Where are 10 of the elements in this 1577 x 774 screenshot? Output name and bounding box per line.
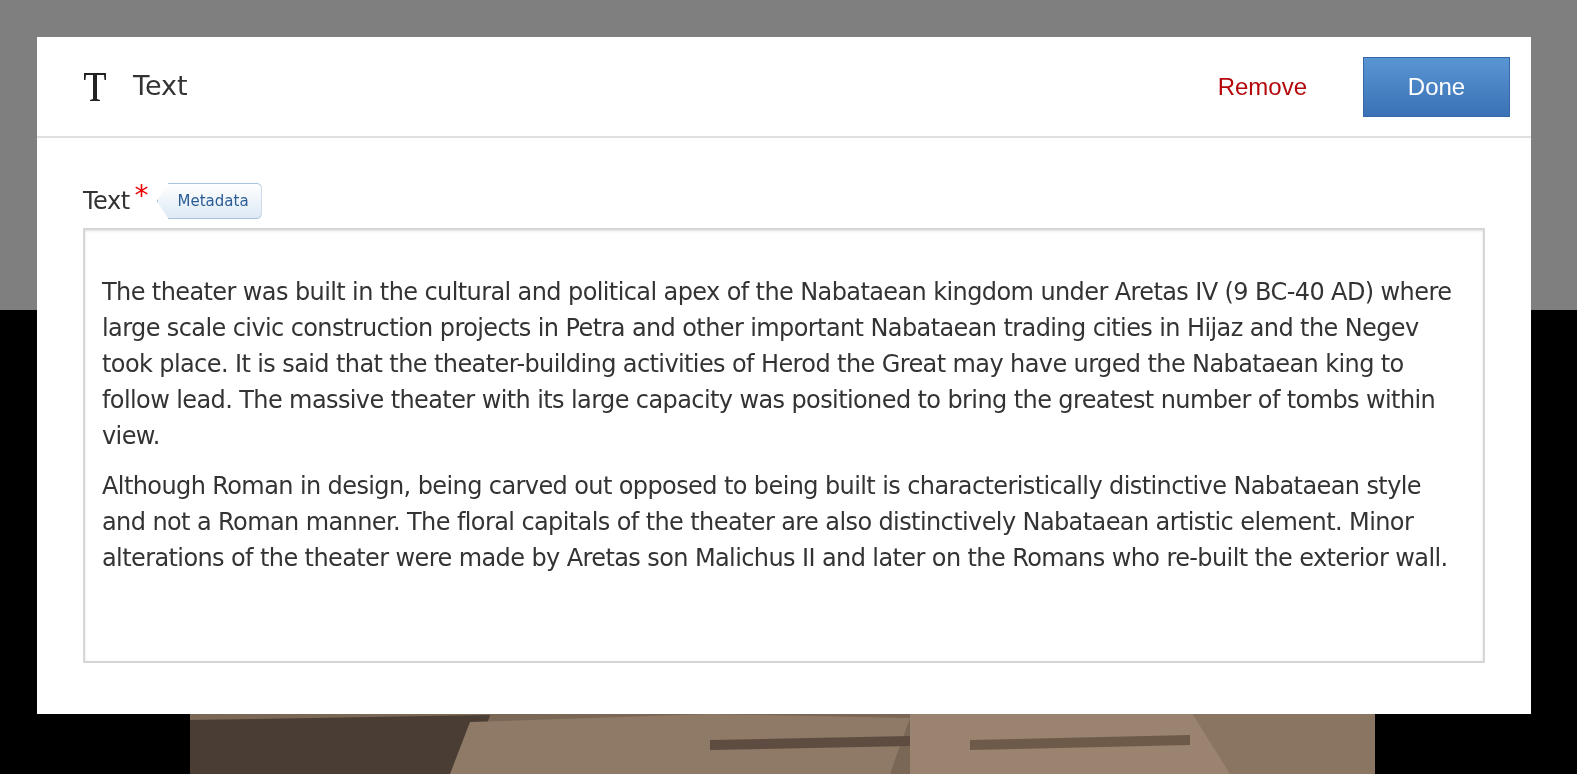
paragraph: Although Roman in design, being carved out opposed to being built is characteristically distinctive Nabataean style and not a Roman manner. The floral capitals of the theater are also distinctively Nabataean artistic element. Minor alterations of the theater were made by Aretas son Malichus II and later on the Romans who re-built the exterior wall. (102, 471, 1449, 574)
text-area[interactable] (83, 228, 1485, 663)
field-label: Text (83, 186, 130, 217)
required-mark: * (134, 182, 149, 210)
done-button[interactable]: Done (1363, 56, 1510, 117)
remove-button[interactable]: Remove (1217, 68, 1307, 105)
paragraph: The theater was built in the cultural and political apex of the Nabataean kingdom under Aretas IV (9 BC-40 AD) where large scale civic construction projects in Petra and other important Nabataean trading cities in Hijaz and the Negev took place. It is said that the theater-building activities of Herod the Great may have urged the Nabataean king to follow lead. The massive theater with its large capacity was positioned to bring the greatest number of tombs within view. (102, 277, 1453, 452)
text-icon (83, 71, 107, 102)
metadata-tag: Metadata (156, 183, 262, 219)
dialog-title: Text (133, 69, 188, 104)
